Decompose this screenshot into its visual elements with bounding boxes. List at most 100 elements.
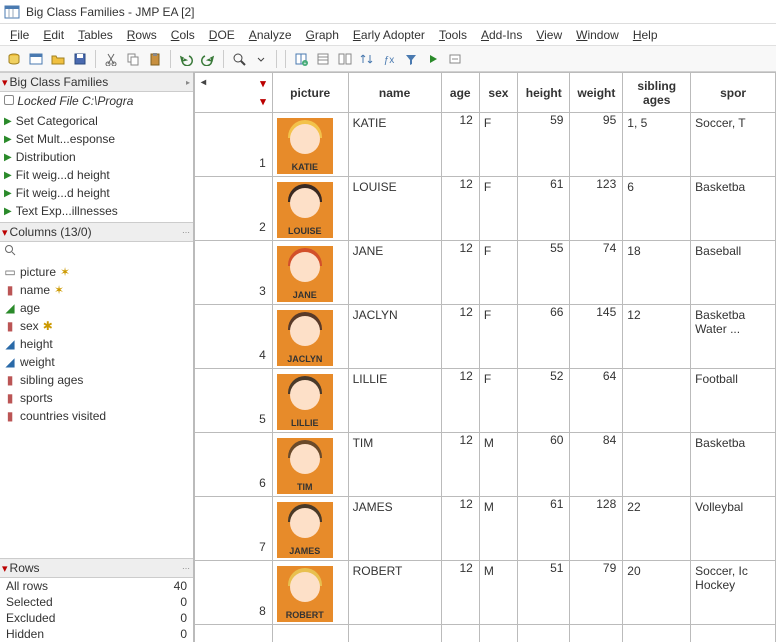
rows-stat[interactable]: Excluded0 bbox=[0, 610, 193, 626]
redo-button[interactable] bbox=[198, 49, 218, 69]
cell-sports[interactable]: Basketba bbox=[691, 433, 776, 497]
cell-weight[interactable]: 145 bbox=[570, 305, 623, 369]
cell-height[interactable]: 61 bbox=[518, 497, 570, 561]
data-grid[interactable]: ◂▾▾picturenameagesexheightweightsibling … bbox=[194, 72, 776, 642]
column-item[interactable]: ◢age bbox=[4, 299, 189, 317]
menu-file[interactable]: File bbox=[4, 26, 35, 44]
sort-button[interactable] bbox=[357, 49, 377, 69]
cell-name[interactable]: ROBERT bbox=[348, 561, 441, 625]
cell-sex[interactable] bbox=[479, 625, 517, 642]
menu-analyze[interactable]: Analyze bbox=[243, 26, 298, 44]
row-number[interactable]: 7 bbox=[195, 497, 273, 561]
cell-sports[interactable]: Basketba bbox=[691, 177, 776, 241]
script-item[interactable]: ▶Distribution bbox=[4, 148, 189, 166]
row-number[interactable]: 8 bbox=[195, 561, 273, 625]
run-triangle-icon[interactable]: ▶ bbox=[4, 116, 12, 127]
cell-age[interactable]: 12 bbox=[441, 497, 479, 561]
table-panel-header[interactable]: ▾ Big Class Families ▸ bbox=[0, 72, 193, 92]
menu-window[interactable]: Window bbox=[570, 26, 625, 44]
menu-edit[interactable]: Edit bbox=[37, 26, 70, 44]
rows-stat[interactable]: All rows40 bbox=[0, 578, 193, 594]
cell-age[interactable]: 12 bbox=[441, 177, 479, 241]
menu-doe[interactable]: DOE bbox=[203, 26, 241, 44]
row-number[interactable]: 6 bbox=[195, 433, 273, 497]
cell-weight[interactable]: 64 bbox=[570, 369, 623, 433]
cell-weight[interactable]: 79 bbox=[570, 561, 623, 625]
table-row[interactable]: 5LILLIELILLIE12F5264Football bbox=[195, 369, 776, 433]
menu-tables[interactable]: Tables bbox=[72, 26, 119, 44]
cell-name[interactable]: TIM bbox=[348, 433, 441, 497]
cell-siblings[interactable] bbox=[623, 625, 691, 642]
table-row[interactable]: 1KATIEKATIE12F59951, 5Soccer, T bbox=[195, 113, 776, 177]
cell-sex[interactable]: M bbox=[479, 561, 517, 625]
cell-height[interactable] bbox=[518, 625, 570, 642]
cell-sports[interactable] bbox=[691, 625, 776, 642]
col-header[interactable]: sex bbox=[479, 73, 517, 113]
cell-weight[interactable]: 128 bbox=[570, 497, 623, 561]
column-item[interactable]: ▮sex✱ bbox=[4, 317, 189, 335]
col-header[interactable]: picture bbox=[272, 73, 348, 113]
cell-sports[interactable]: Volleybal bbox=[691, 497, 776, 561]
cell-age[interactable]: 12 bbox=[441, 561, 479, 625]
filter-button[interactable] bbox=[401, 49, 421, 69]
row-number[interactable]: 2 bbox=[195, 177, 273, 241]
cell-height[interactable]: 59 bbox=[518, 113, 570, 177]
column-item[interactable]: ▭picture✶ bbox=[4, 263, 189, 281]
cell-picture[interactable]: JACLYN bbox=[272, 305, 348, 369]
col-header[interactable]: age bbox=[441, 73, 479, 113]
cell-sex[interactable]: F bbox=[479, 113, 517, 177]
grip-icon[interactable]: ▸ bbox=[186, 78, 191, 87]
script-item[interactable]: ▶Set Categorical bbox=[4, 112, 189, 130]
run-triangle-icon[interactable]: ▶ bbox=[4, 170, 12, 181]
cell-siblings[interactable] bbox=[623, 369, 691, 433]
search-icon[interactable] bbox=[4, 244, 16, 256]
table-row[interactable]: 3JANEJANE12F557418Baseball bbox=[195, 241, 776, 305]
cell-siblings[interactable]: 12 bbox=[623, 305, 691, 369]
cell-name[interactable] bbox=[348, 625, 441, 642]
paste-button[interactable] bbox=[145, 49, 165, 69]
table-new-button[interactable] bbox=[26, 49, 46, 69]
col-header[interactable]: name bbox=[348, 73, 441, 113]
table-row[interactable]: 9 bbox=[195, 625, 776, 642]
cell-weight[interactable]: 123 bbox=[570, 177, 623, 241]
cell-age[interactable]: 12 bbox=[441, 305, 479, 369]
disclosure-icon[interactable]: ▾ bbox=[2, 226, 8, 239]
cell-sex[interactable]: F bbox=[479, 177, 517, 241]
table-row[interactable]: 2LOUISELOUISE12F611236Basketba bbox=[195, 177, 776, 241]
zoom-button[interactable] bbox=[229, 49, 249, 69]
run-triangle-icon[interactable]: ▶ bbox=[4, 206, 12, 217]
cell-siblings[interactable]: 6 bbox=[623, 177, 691, 241]
cell-age[interactable]: 12 bbox=[441, 113, 479, 177]
columns-panel-header[interactable]: ▾ Columns (13/0) ⋯ bbox=[0, 222, 193, 242]
script-item[interactable]: ▶Text Exp...illnesses bbox=[4, 202, 189, 220]
disclosure-icon[interactable]: ▾ bbox=[2, 562, 8, 575]
cell-picture[interactable]: LILLIE bbox=[272, 369, 348, 433]
cell-name[interactable]: LOUISE bbox=[348, 177, 441, 241]
cell-sports[interactable]: Baseball bbox=[691, 241, 776, 305]
row-number[interactable]: 4 bbox=[195, 305, 273, 369]
folder-open-button[interactable] bbox=[48, 49, 68, 69]
cell-age[interactable]: 12 bbox=[441, 433, 479, 497]
cell-name[interactable]: JAMES bbox=[348, 497, 441, 561]
col-header[interactable]: spor bbox=[691, 73, 776, 113]
cell-sex[interactable]: F bbox=[479, 305, 517, 369]
menu-graph[interactable]: Graph bbox=[300, 26, 345, 44]
row-number[interactable]: 1 bbox=[195, 113, 273, 177]
grip-icon[interactable]: ⋯ bbox=[182, 228, 191, 237]
column-item[interactable]: ▮sports bbox=[4, 389, 189, 407]
cell-weight[interactable]: 95 bbox=[570, 113, 623, 177]
table-row[interactable]: 7JAMESJAMES12M6112822Volleybal bbox=[195, 497, 776, 561]
column-item[interactable]: ▮countries visited bbox=[4, 407, 189, 425]
cell-sports[interactable]: Basketba Water ... bbox=[691, 305, 776, 369]
cell-height[interactable]: 60 bbox=[518, 433, 570, 497]
cell-name[interactable]: JANE bbox=[348, 241, 441, 305]
cell-picture[interactable]: ROBERT bbox=[272, 561, 348, 625]
row-number[interactable]: 9 bbox=[195, 625, 273, 642]
menu-add-ins[interactable]: Add-Ins bbox=[475, 26, 528, 44]
cell-weight[interactable] bbox=[570, 625, 623, 642]
cell-height[interactable]: 66 bbox=[518, 305, 570, 369]
cell-age[interactable]: 12 bbox=[441, 369, 479, 433]
recode-button[interactable] bbox=[445, 49, 465, 69]
column-item[interactable]: ◢weight bbox=[4, 353, 189, 371]
cell-picture[interactable]: JANE bbox=[272, 241, 348, 305]
